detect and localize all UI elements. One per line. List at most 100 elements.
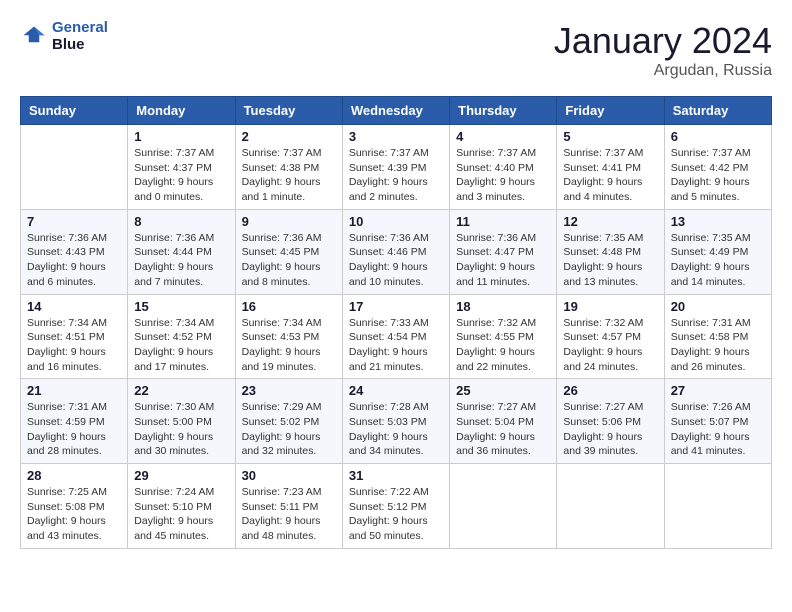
day-info: Sunrise: 7:23 AM Sunset: 5:11 PM Dayligh… bbox=[242, 485, 336, 544]
header-day-friday: Friday bbox=[557, 97, 664, 125]
day-number: 28 bbox=[27, 468, 121, 483]
day-info: Sunrise: 7:22 AM Sunset: 5:12 PM Dayligh… bbox=[349, 485, 443, 544]
calendar-cell: 5 Sunrise: 7:37 AM Sunset: 4:41 PM Daylig… bbox=[557, 125, 664, 210]
day-info: Sunrise: 7:37 AM Sunset: 4:41 PM Dayligh… bbox=[563, 146, 657, 205]
calendar-cell: 24 Sunrise: 7:28 AM Sunset: 5:03 PM Dayli… bbox=[342, 379, 449, 464]
calendar-cell: 10 Sunrise: 7:36 AM Sunset: 4:46 PM Dayli… bbox=[342, 209, 449, 294]
day-number: 20 bbox=[671, 299, 765, 314]
header-day-sunday: Sunday bbox=[21, 97, 128, 125]
calendar-week-1: 7 Sunrise: 7:36 AM Sunset: 4:43 PM Daylig… bbox=[21, 209, 772, 294]
calendar-cell bbox=[664, 464, 771, 549]
calendar-cell: 26 Sunrise: 7:27 AM Sunset: 5:06 PM Dayli… bbox=[557, 379, 664, 464]
calendar-header-row: SundayMondayTuesdayWednesdayThursdayFrid… bbox=[21, 97, 772, 125]
calendar-week-2: 14 Sunrise: 7:34 AM Sunset: 4:51 PM Dayli… bbox=[21, 294, 772, 379]
calendar-cell: 29Sunrise: 7:24 AM Sunset: 5:10 PM Dayli… bbox=[128, 464, 235, 549]
day-number: 9 bbox=[242, 214, 336, 229]
day-info: Sunrise: 7:35 AM Sunset: 4:49 PM Dayligh… bbox=[671, 231, 765, 290]
day-info: Sunrise: 7:29 AM Sunset: 5:02 PM Dayligh… bbox=[242, 400, 336, 459]
day-number: 8 bbox=[134, 214, 228, 229]
calendar-cell bbox=[21, 125, 128, 210]
calendar-cell: 15Sunrise: 7:34 AM Sunset: 4:52 PM Dayli… bbox=[128, 294, 235, 379]
calendar-cell: 30Sunrise: 7:23 AM Sunset: 5:11 PM Dayli… bbox=[235, 464, 342, 549]
day-number: 11 bbox=[456, 214, 550, 229]
day-info: Sunrise: 7:28 AM Sunset: 5:03 PM Dayligh… bbox=[349, 400, 443, 459]
day-number: 10 bbox=[349, 214, 443, 229]
day-number: 2 bbox=[242, 129, 336, 144]
calendar-cell: 21Sunrise: 7:31 AM Sunset: 4:59 PM Dayli… bbox=[21, 379, 128, 464]
calendar-week-3: 21Sunrise: 7:31 AM Sunset: 4:59 PM Dayli… bbox=[21, 379, 772, 464]
header-day-tuesday: Tuesday bbox=[235, 97, 342, 125]
day-info: Sunrise: 7:37 AM Sunset: 4:42 PM Dayligh… bbox=[671, 146, 765, 205]
day-info: Sunrise: 7:36 AM Sunset: 4:44 PM Dayligh… bbox=[134, 231, 228, 290]
day-number: 5 bbox=[563, 129, 657, 144]
calendar-cell: 4 Sunrise: 7:37 AM Sunset: 4:40 PM Daylig… bbox=[450, 125, 557, 210]
day-info: Sunrise: 7:34 AM Sunset: 4:53 PM Dayligh… bbox=[242, 316, 336, 375]
day-info: Sunrise: 7:27 AM Sunset: 5:04 PM Dayligh… bbox=[456, 400, 550, 459]
header-day-thursday: Thursday bbox=[450, 97, 557, 125]
header-day-saturday: Saturday bbox=[664, 97, 771, 125]
day-info: Sunrise: 7:30 AM Sunset: 5:00 PM Dayligh… bbox=[134, 400, 228, 459]
calendar-cell bbox=[557, 464, 664, 549]
logo-icon bbox=[20, 23, 48, 51]
day-info: Sunrise: 7:35 AM Sunset: 4:48 PM Dayligh… bbox=[563, 231, 657, 290]
calendar-cell: 6 Sunrise: 7:37 AM Sunset: 4:42 PM Daylig… bbox=[664, 125, 771, 210]
day-info: Sunrise: 7:36 AM Sunset: 4:43 PM Dayligh… bbox=[27, 231, 121, 290]
day-number: 15 bbox=[134, 299, 228, 314]
day-info: Sunrise: 7:36 AM Sunset: 4:47 PM Dayligh… bbox=[456, 231, 550, 290]
calendar-cell: 2 Sunrise: 7:37 AM Sunset: 4:38 PM Daylig… bbox=[235, 125, 342, 210]
day-info: Sunrise: 7:37 AM Sunset: 4:38 PM Dayligh… bbox=[242, 146, 336, 205]
calendar-cell: 19 Sunrise: 7:32 AM Sunset: 4:57 PM Dayli… bbox=[557, 294, 664, 379]
day-number: 7 bbox=[27, 214, 121, 229]
calendar-week-0: 1Sunrise: 7:37 AM Sunset: 4:37 PM Daylig… bbox=[21, 125, 772, 210]
location: Argudan, Russia bbox=[554, 62, 772, 80]
calendar-cell: 7 Sunrise: 7:36 AM Sunset: 4:43 PM Daylig… bbox=[21, 209, 128, 294]
day-number: 14 bbox=[27, 299, 121, 314]
day-number: 24 bbox=[349, 383, 443, 398]
calendar-cell: 22Sunrise: 7:30 AM Sunset: 5:00 PM Dayli… bbox=[128, 379, 235, 464]
day-number: 26 bbox=[563, 383, 657, 398]
day-number: 3 bbox=[349, 129, 443, 144]
calendar-cell bbox=[450, 464, 557, 549]
day-info: Sunrise: 7:24 AM Sunset: 5:10 PM Dayligh… bbox=[134, 485, 228, 544]
calendar-cell: 14 Sunrise: 7:34 AM Sunset: 4:51 PM Dayli… bbox=[21, 294, 128, 379]
day-number: 23 bbox=[242, 383, 336, 398]
day-info: Sunrise: 7:37 AM Sunset: 4:40 PM Dayligh… bbox=[456, 146, 550, 205]
day-number: 1 bbox=[134, 129, 228, 144]
day-info: Sunrise: 7:37 AM Sunset: 4:39 PM Dayligh… bbox=[349, 146, 443, 205]
calendar-cell: 16 Sunrise: 7:34 AM Sunset: 4:53 PM Dayli… bbox=[235, 294, 342, 379]
calendar-cell: 28 Sunrise: 7:25 AM Sunset: 5:08 PM Dayli… bbox=[21, 464, 128, 549]
day-info: Sunrise: 7:36 AM Sunset: 4:45 PM Dayligh… bbox=[242, 231, 336, 290]
calendar-cell: 18Sunrise: 7:32 AM Sunset: 4:55 PM Dayli… bbox=[450, 294, 557, 379]
calendar-cell: 11 Sunrise: 7:36 AM Sunset: 4:47 PM Dayli… bbox=[450, 209, 557, 294]
day-info: Sunrise: 7:27 AM Sunset: 5:06 PM Dayligh… bbox=[563, 400, 657, 459]
day-number: 12 bbox=[563, 214, 657, 229]
logo-line2: Blue bbox=[52, 37, 108, 54]
logo-line1: General bbox=[52, 19, 108, 36]
day-info: Sunrise: 7:25 AM Sunset: 5:08 PM Dayligh… bbox=[27, 485, 121, 544]
day-info: Sunrise: 7:33 AM Sunset: 4:54 PM Dayligh… bbox=[349, 316, 443, 375]
calendar-table: SundayMondayTuesdayWednesdayThursdayFrid… bbox=[20, 96, 772, 549]
day-number: 4 bbox=[456, 129, 550, 144]
logo: General Blue bbox=[20, 20, 108, 53]
calendar-cell: 12 Sunrise: 7:35 AM Sunset: 4:48 PM Dayli… bbox=[557, 209, 664, 294]
day-info: Sunrise: 7:31 AM Sunset: 4:58 PM Dayligh… bbox=[671, 316, 765, 375]
day-number: 16 bbox=[242, 299, 336, 314]
title-block: January 2024 Argudan, Russia bbox=[554, 20, 772, 80]
calendar-week-4: 28 Sunrise: 7:25 AM Sunset: 5:08 PM Dayli… bbox=[21, 464, 772, 549]
day-number: 6 bbox=[671, 129, 765, 144]
calendar-cell: 9 Sunrise: 7:36 AM Sunset: 4:45 PM Daylig… bbox=[235, 209, 342, 294]
calendar-cell: 17Sunrise: 7:33 AM Sunset: 4:54 PM Dayli… bbox=[342, 294, 449, 379]
day-info: Sunrise: 7:32 AM Sunset: 4:57 PM Dayligh… bbox=[563, 316, 657, 375]
day-number: 25 bbox=[456, 383, 550, 398]
day-number: 13 bbox=[671, 214, 765, 229]
calendar-cell: 8 Sunrise: 7:36 AM Sunset: 4:44 PM Daylig… bbox=[128, 209, 235, 294]
day-number: 27 bbox=[671, 383, 765, 398]
calendar-cell: 25 Sunrise: 7:27 AM Sunset: 5:04 PM Dayli… bbox=[450, 379, 557, 464]
page-header: General Blue January 2024 Argudan, Russi… bbox=[20, 20, 772, 80]
day-info: Sunrise: 7:34 AM Sunset: 4:51 PM Dayligh… bbox=[27, 316, 121, 375]
day-number: 19 bbox=[563, 299, 657, 314]
header-day-monday: Monday bbox=[128, 97, 235, 125]
header-day-wednesday: Wednesday bbox=[342, 97, 449, 125]
day-info: Sunrise: 7:36 AM Sunset: 4:46 PM Dayligh… bbox=[349, 231, 443, 290]
calendar-cell: 31Sunrise: 7:22 AM Sunset: 5:12 PM Dayli… bbox=[342, 464, 449, 549]
